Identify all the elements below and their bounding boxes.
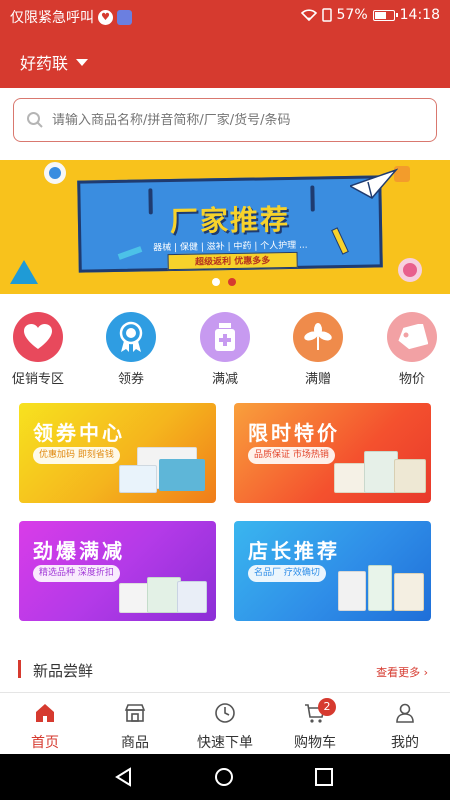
caret-down-icon xyxy=(76,58,89,66)
card-title: 领券中心 xyxy=(33,421,125,445)
store-name: 好药联 xyxy=(20,54,69,73)
card-subtitle: 精选品种 深度折扣 xyxy=(33,565,120,582)
tab-label: 购物车 xyxy=(294,735,336,751)
chevron-right-icon: › xyxy=(423,666,428,679)
product-box-image xyxy=(159,459,205,491)
category-icon-row: 促销专区 领券 满减 满赠 物价 xyxy=(0,312,450,388)
health-app-icon: ♥ xyxy=(98,9,113,25)
category-coupon[interactable]: 领券 xyxy=(93,312,169,387)
pencil-icon xyxy=(117,246,143,260)
pagination-dot[interactable] xyxy=(212,278,220,286)
tab-label: 快速下单 xyxy=(197,735,253,751)
product-box-image xyxy=(338,571,366,611)
category-label: 满减 xyxy=(211,372,238,387)
donut-decoration xyxy=(10,260,38,284)
ribbon-badge-icon xyxy=(106,312,156,362)
product-box-image xyxy=(394,459,426,493)
section-title: 新品尝鲜 xyxy=(33,662,94,680)
section-accent-bar xyxy=(18,660,21,678)
alarm-icon xyxy=(321,8,332,22)
search-icon xyxy=(27,112,43,128)
status-bar: 仅限紧急呼叫 ♥ 57% 14:18 xyxy=(0,0,450,32)
search-input[interactable] xyxy=(52,112,422,128)
banner-pagination xyxy=(212,278,236,286)
search-bar[interactable] xyxy=(13,98,437,142)
battery-percent: 57% xyxy=(336,7,368,23)
card-subtitle: 名品厂 疗效确切 xyxy=(248,565,326,582)
pagination-dot-active[interactable] xyxy=(228,278,236,286)
wifi-icon xyxy=(300,9,317,22)
bottom-tab-bar: 首页 商品 快速下单 2 购物车 我的 xyxy=(0,692,450,754)
tab-profile[interactable]: 我的 xyxy=(360,693,450,754)
see-more-label: 查看更多 xyxy=(376,666,421,679)
pencil-icon xyxy=(331,227,349,255)
tab-label: 首页 xyxy=(31,735,59,751)
app-notification-icon xyxy=(117,9,132,25)
banner-tag: 超级返利 优惠多多 xyxy=(167,251,298,271)
store-icon xyxy=(124,704,146,722)
tab-label: 我的 xyxy=(391,735,419,751)
carrier-text: 仅限紧急呼叫 xyxy=(10,10,94,26)
donut-decoration xyxy=(44,162,66,184)
category-promotion[interactable]: 促销专区 xyxy=(0,312,76,387)
back-icon[interactable] xyxy=(114,767,134,787)
card-title: 店长推荐 xyxy=(248,539,340,563)
product-box-image xyxy=(394,573,424,611)
app-header: 好药联 xyxy=(0,32,450,88)
category-label: 促销专区 xyxy=(11,372,64,387)
card-subtitle: 优惠加码 即刻省钱 xyxy=(33,447,120,464)
clock-time: 14:18 xyxy=(399,7,440,23)
system-nav-bar xyxy=(0,754,450,800)
clock-icon xyxy=(215,703,235,723)
product-box-image xyxy=(368,565,392,611)
home-button-icon[interactable] xyxy=(214,767,234,787)
tab-products[interactable]: 商品 xyxy=(90,693,180,754)
card-subtitle: 品质保证 市场热销 xyxy=(248,447,335,464)
product-box-image xyxy=(119,465,157,493)
medicine-bottle-icon xyxy=(200,312,250,362)
category-price[interactable]: 物价 xyxy=(374,312,450,387)
price-tag-icon xyxy=(387,312,437,362)
category-full-reduction[interactable]: 满减 xyxy=(187,312,263,387)
promo-banner[interactable]: 厂家推荐 器械 | 保健 | 滋补 | 中药 | 个人护理 ... 超级返利 优… xyxy=(0,160,450,294)
card-title: 限时特价 xyxy=(248,421,340,445)
heart-icon xyxy=(13,312,63,362)
battery-icon xyxy=(372,9,398,21)
manager-recommend-card[interactable]: 店长推荐 名品厂 疗效确切 xyxy=(234,521,431,621)
coupon-center-card[interactable]: 领券中心 优惠加码 即刻省钱 xyxy=(19,403,216,503)
card-title: 劲爆满减 xyxy=(33,539,125,563)
home-icon xyxy=(36,704,54,722)
product-box-image xyxy=(177,581,207,613)
product-box-image xyxy=(147,577,181,613)
see-more-link[interactable]: 查看更多 › xyxy=(376,664,428,680)
tab-label: 商品 xyxy=(121,735,149,751)
category-label: 领券 xyxy=(117,372,144,387)
app-screen: 仅限紧急呼叫 ♥ 57% 14:18 好药联 厂家推 xyxy=(0,0,450,800)
big-discount-card[interactable]: 劲爆满减 精选品种 深度折扣 xyxy=(19,521,216,621)
user-icon xyxy=(396,703,414,723)
category-label: 物价 xyxy=(398,372,425,387)
category-label: 满赠 xyxy=(304,372,331,387)
tab-quick-order[interactable]: 快速下单 xyxy=(180,693,270,754)
tab-cart[interactable]: 2 购物车 xyxy=(270,693,360,754)
cart-count-badge: 2 xyxy=(318,698,336,716)
donut-decoration xyxy=(398,258,422,282)
limited-time-deal-card[interactable]: 限时特价 品质保证 市场热销 xyxy=(234,403,431,503)
paper-plane-icon xyxy=(350,168,398,199)
recents-icon[interactable] xyxy=(314,767,334,787)
category-gift[interactable]: 满赠 xyxy=(280,312,356,387)
store-selector[interactable]: 好药联 xyxy=(20,50,89,74)
product-box-image xyxy=(364,451,398,493)
tab-home[interactable]: 首页 xyxy=(0,693,90,754)
leaf-icon xyxy=(293,312,343,362)
